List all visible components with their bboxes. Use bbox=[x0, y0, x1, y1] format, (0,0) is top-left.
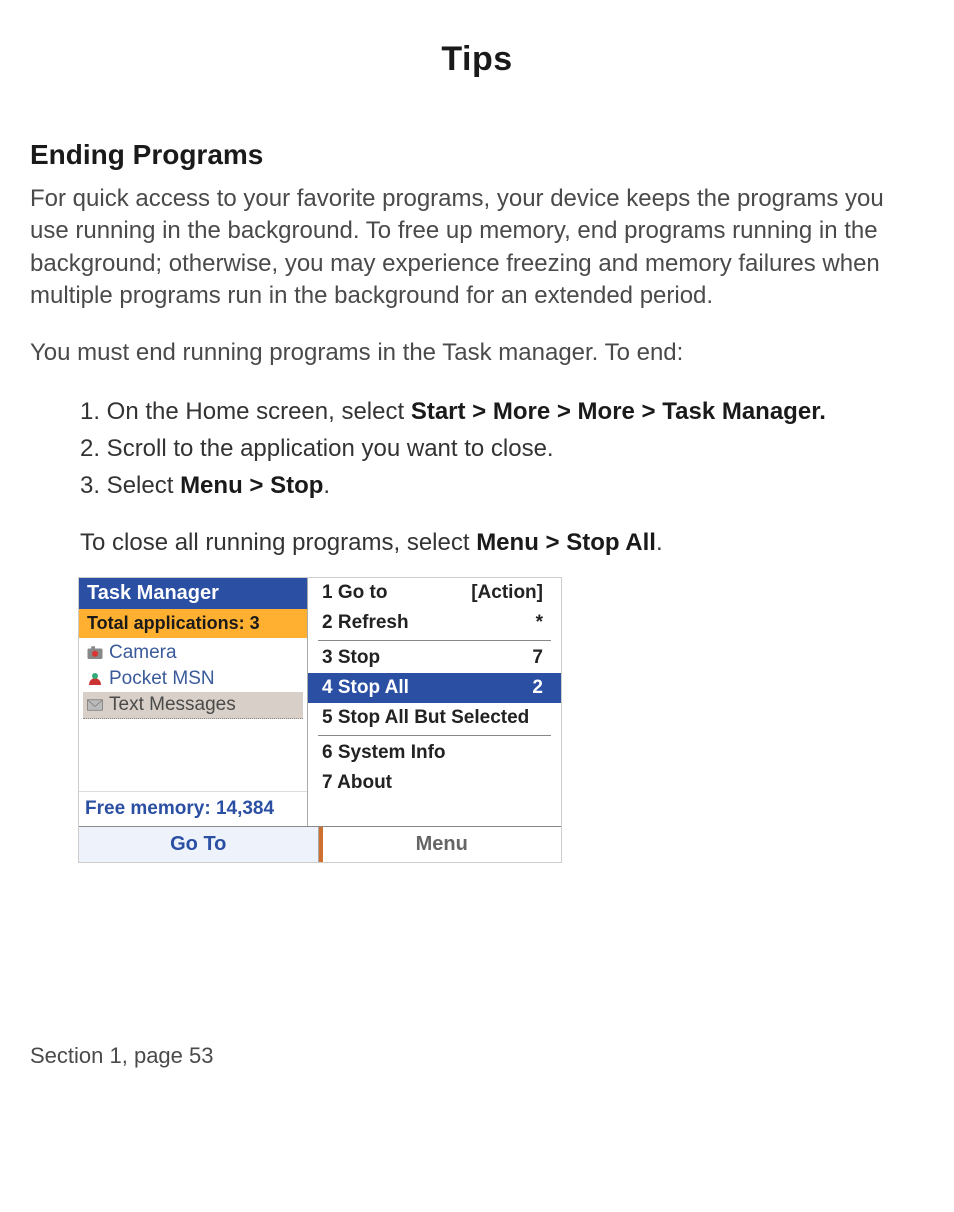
steps-list: 1. On the Home screen, select Start > Mo… bbox=[80, 393, 924, 505]
page-footer: Section 1, page 53 bbox=[30, 1043, 924, 1069]
app-item-pocket-msn[interactable]: Pocket MSN bbox=[83, 666, 303, 692]
menu-item-stop-all-but-selected-label: 5 Stop All But Selected bbox=[322, 707, 529, 729]
step-2: 2. Scroll to the application you want to… bbox=[80, 430, 924, 467]
app-item-camera[interactable]: Camera bbox=[83, 640, 303, 666]
step-1-prefix: 1. On the Home screen, select bbox=[80, 398, 411, 425]
closing-note: To close all running programs, select Me… bbox=[80, 525, 924, 561]
menu-item-goto[interactable]: 1 Go to [Action] bbox=[308, 578, 561, 608]
menu-item-refresh-label: 2 Refresh bbox=[322, 612, 409, 634]
menu-item-stop[interactable]: 3 Stop 7 bbox=[308, 643, 561, 673]
paragraph-1: For quick access to your favorite progra… bbox=[30, 183, 924, 313]
menu-item-about[interactable]: 7 About bbox=[308, 768, 561, 798]
menu-item-system-info[interactable]: 6 System Info bbox=[308, 738, 561, 768]
task-manager-left-pane: Task Manager Total applications: 3 Camer… bbox=[79, 578, 308, 826]
softkey-goto[interactable]: Go To bbox=[79, 827, 319, 862]
menu-item-refresh[interactable]: 2 Refresh * bbox=[308, 608, 561, 638]
section-heading: Ending Programs bbox=[30, 139, 924, 171]
menu-item-about-label: 7 About bbox=[322, 772, 392, 794]
envelope-icon bbox=[85, 695, 105, 715]
app-item-pocket-msn-label: Pocket MSN bbox=[109, 668, 215, 690]
menu-divider bbox=[318, 735, 551, 736]
task-manager-menu-pane: 1 Go to [Action] 2 Refresh * 3 Stop 7 4 … bbox=[308, 578, 561, 826]
menu-item-stop-all-but-selected[interactable]: 5 Stop All But Selected bbox=[308, 703, 561, 733]
page-title: Tips bbox=[30, 40, 924, 79]
step-3-prefix: 3. Select bbox=[80, 472, 180, 499]
menu-item-stop-label: 3 Stop bbox=[322, 647, 380, 669]
closing-note-suffix: . bbox=[656, 529, 663, 556]
app-item-text-messages-label: Text Messages bbox=[109, 694, 236, 716]
menu-item-stop-all-label: 4 Stop All bbox=[322, 677, 409, 699]
menu-item-stop-key: 7 bbox=[532, 647, 543, 669]
softkey-bar: Go To Menu bbox=[79, 826, 561, 862]
step-1-bold: Start > More > More > Task Manager. bbox=[411, 398, 826, 425]
task-manager-screenshot: Task Manager Total applications: 3 Camer… bbox=[78, 577, 562, 863]
menu-item-stop-all-key: 2 bbox=[532, 677, 543, 699]
closing-note-bold: Menu > Stop All bbox=[476, 529, 656, 556]
step-3-bold: Menu > Stop bbox=[180, 472, 323, 499]
msn-icon bbox=[85, 669, 105, 689]
step-3-suffix: . bbox=[323, 472, 330, 499]
task-manager-title: Task Manager bbox=[79, 578, 307, 609]
menu-item-goto-key: [Action] bbox=[471, 582, 543, 604]
closing-note-prefix: To close all running programs, select bbox=[80, 529, 476, 556]
menu-item-stop-all[interactable]: 4 Stop All 2 bbox=[308, 673, 561, 703]
menu-divider bbox=[318, 640, 551, 641]
step-3: 3. Select Menu > Stop. bbox=[80, 467, 924, 504]
camera-icon bbox=[85, 643, 105, 663]
softkey-menu[interactable]: Menu bbox=[323, 827, 562, 862]
app-item-camera-label: Camera bbox=[109, 642, 177, 664]
step-1: 1. On the Home screen, select Start > Mo… bbox=[80, 393, 924, 430]
task-manager-subtitle: Total applications: 3 bbox=[79, 609, 307, 638]
menu-item-refresh-key: * bbox=[536, 612, 543, 634]
app-item-text-messages[interactable]: Text Messages bbox=[83, 692, 303, 719]
menu-item-system-info-label: 6 System Info bbox=[322, 742, 446, 764]
paragraph-2: You must end running programs in the Tas… bbox=[30, 337, 924, 369]
free-memory-label: Free memory: 14,384 bbox=[79, 791, 307, 826]
app-list: Camera Pocket MSN Text Messages bbox=[79, 638, 307, 721]
menu-item-goto-label: 1 Go to bbox=[322, 582, 387, 604]
